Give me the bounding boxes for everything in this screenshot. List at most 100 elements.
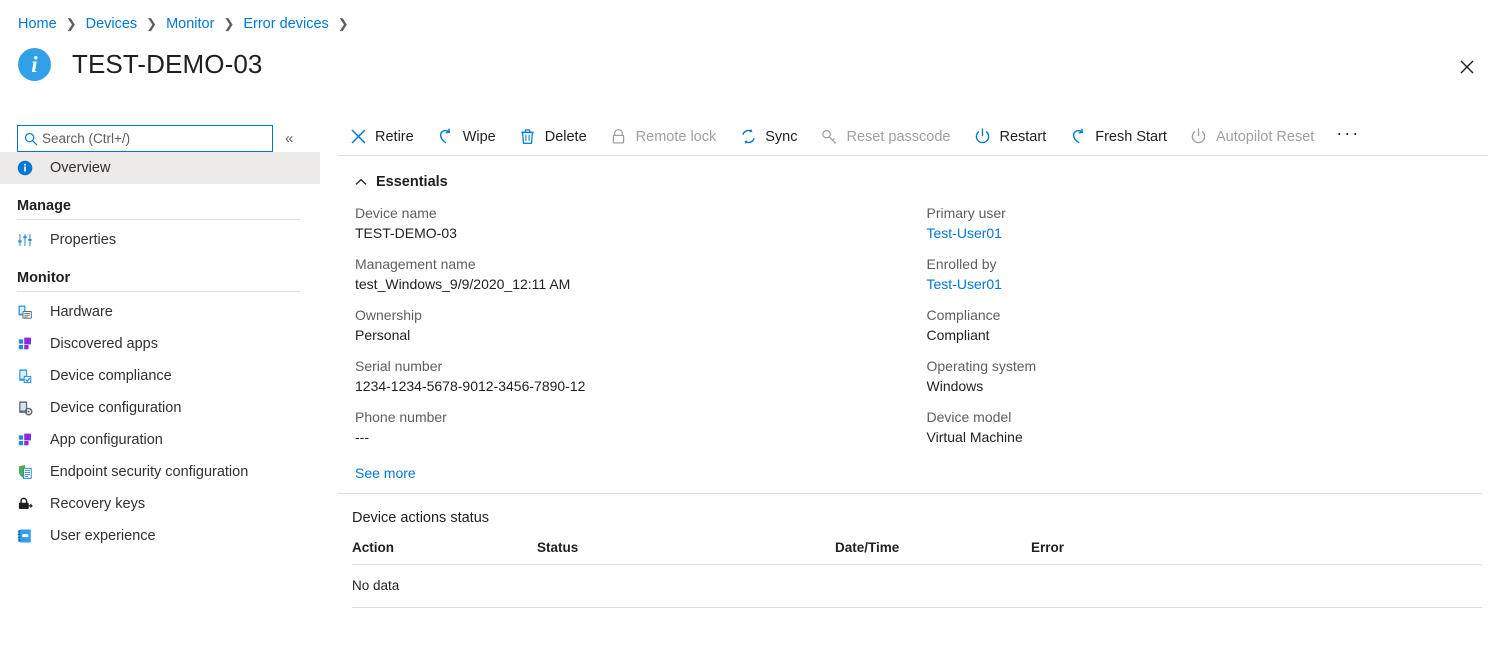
sidebar-group-title-monitor: Monitor — [0, 270, 320, 286]
command-fresh-start-button[interactable]: Fresh Start — [1068, 127, 1167, 147]
x-icon — [348, 127, 368, 147]
sidebar-item-device-compliance[interactable]: Device compliance — [0, 360, 320, 392]
chevron-up-icon — [355, 178, 367, 186]
sidebar-group-title-manage: Manage — [0, 198, 320, 214]
command-restart-button[interactable]: Restart — [972, 127, 1046, 147]
lock-icon — [609, 127, 629, 147]
essentials-field-label: Operating system — [927, 357, 1498, 376]
essentials-field-value: --- — [355, 427, 927, 447]
table-body: No data — [352, 565, 1482, 608]
sidebar-item-label: User experience — [50, 528, 156, 544]
column-header-datetime[interactable]: Date/Time — [835, 540, 1031, 565]
command-label: Fresh Start — [1095, 129, 1167, 145]
command-sync-button[interactable]: Sync — [738, 127, 797, 147]
essentials-field-label: Device model — [927, 408, 1498, 427]
sidebar-item-overview[interactable]: Overview — [0, 152, 320, 184]
column-header-status[interactable]: Status — [537, 540, 835, 565]
sidebar-item-recovery-keys[interactable]: Recovery keys — [0, 488, 320, 520]
lock-key-icon — [17, 495, 39, 513]
sidebar-item-label: Overview — [50, 160, 110, 176]
key-icon — [820, 127, 840, 147]
essentials-field-label: Device name — [355, 204, 927, 223]
device-check-icon — [17, 367, 39, 385]
see-more-link[interactable]: See more — [355, 465, 416, 481]
close-icon[interactable] — [1453, 53, 1481, 81]
essentials-field-value[interactable]: Test-User01 — [927, 223, 1498, 243]
table-header-row: Action Status Date/Time Error — [352, 540, 1482, 565]
essentials-field-label: Compliance — [927, 306, 1498, 325]
shield-list-icon — [17, 463, 39, 481]
essentials-field-label: Ownership — [355, 306, 927, 325]
essentials-field-label: Phone number — [355, 408, 927, 427]
essentials-divider — [338, 493, 1482, 494]
sidebar-search-row: « — [0, 118, 320, 152]
command-overflow-button[interactable]: ··· — [1336, 123, 1360, 150]
main-content: RetireWipeDeleteRemote lockSyncReset pas… — [338, 118, 1498, 672]
essentials-title: Essentials — [376, 174, 448, 190]
sidebar-item-device-configuration[interactable]: Device configuration — [0, 392, 320, 424]
essentials-field-value: test_Windows_9/9/2020_12:11 AM — [355, 274, 927, 294]
breadcrumb-item-error-devices[interactable]: Error devices — [243, 16, 328, 32]
essentials-field-label: Management name — [355, 255, 927, 274]
essentials-field: OwnershipPersonal — [355, 306, 927, 345]
breadcrumb-separator: ❯ — [223, 16, 234, 32]
command-bar: RetireWipeDeleteRemote lockSyncReset pas… — [338, 118, 1488, 156]
command-retire-button[interactable]: Retire — [348, 127, 414, 147]
essentials-field: Enrolled byTest-User01 — [927, 255, 1498, 294]
essentials-field: Device modelVirtual Machine — [927, 408, 1498, 447]
device-gear-icon — [17, 399, 39, 417]
breadcrumb-item-home[interactable]: Home — [18, 16, 57, 32]
command-delete-button[interactable]: Delete — [518, 127, 587, 147]
essentials-right-column: Primary userTest-User01Enrolled byTest-U… — [927, 204, 1498, 459]
hardware-icon — [17, 303, 39, 321]
essentials-field-value: Windows — [927, 376, 1498, 396]
sidebar-item-label: Hardware — [50, 304, 113, 320]
essentials-toggle[interactable]: Essentials — [355, 174, 1498, 190]
info-icon — [17, 159, 39, 177]
search-input[interactable] — [42, 131, 252, 146]
breadcrumb-item-devices[interactable]: Devices — [86, 16, 138, 32]
search-box[interactable] — [17, 125, 273, 152]
sidebar-item-hardware[interactable]: Hardware — [0, 296, 320, 328]
essentials-field-value: TEST-DEMO-03 — [355, 223, 927, 243]
essentials-field: Primary userTest-User01 — [927, 204, 1498, 243]
undo-icon — [436, 127, 456, 147]
apps-icon — [17, 335, 39, 353]
essentials-field: ComplianceCompliant — [927, 306, 1498, 345]
sidebar-item-app-configuration[interactable]: App configuration — [0, 424, 320, 456]
collapse-sidebar-button[interactable]: « — [285, 130, 293, 147]
essentials-field: Device nameTEST-DEMO-03 — [355, 204, 927, 243]
essentials-field-label: Serial number — [355, 357, 927, 376]
essentials-field: Serial number1234-1234-5678-9012-3456-78… — [355, 357, 927, 396]
command-wipe-button[interactable]: Wipe — [436, 127, 496, 147]
essentials-field-label: Enrolled by — [927, 255, 1498, 274]
column-header-action[interactable]: Action — [352, 540, 537, 565]
sidebar-item-label: App configuration — [50, 432, 163, 448]
breadcrumb-item-monitor[interactable]: Monitor — [166, 16, 214, 32]
breadcrumb-separator: ❯ — [146, 16, 157, 32]
sidebar-group-divider — [17, 219, 300, 220]
column-header-error[interactable]: Error — [1031, 540, 1482, 565]
sliders-icon — [17, 231, 39, 249]
undo-icon — [1068, 127, 1088, 147]
command-label: Delete — [545, 129, 587, 145]
device-actions-table: Action Status Date/Time Error No data — [352, 540, 1482, 608]
essentials-field: Phone number--- — [355, 408, 927, 447]
sidebar: « Overview Manage Properties Monitor Hardwar… — [0, 118, 320, 672]
power-icon — [1189, 127, 1209, 147]
essentials-field: Management nametest_Windows_9/9/2020_12:… — [355, 255, 927, 294]
apps-icon — [17, 431, 39, 449]
essentials-field-value[interactable]: Test-User01 — [927, 274, 1498, 294]
page-title: TEST-DEMO-03 — [72, 49, 262, 80]
essentials-field-value: 1234-1234-5678-9012-3456-7890-12 — [355, 376, 927, 396]
command-label: Restart — [999, 129, 1046, 145]
search-icon — [24, 132, 38, 146]
command-reset-passcode-button: Reset passcode — [820, 127, 951, 147]
trash-icon — [518, 127, 538, 147]
command-label: Autopilot Reset — [1216, 129, 1314, 145]
sidebar-item-properties[interactable]: Properties — [0, 224, 320, 256]
sidebar-item-user-experience[interactable]: User experience — [0, 520, 320, 552]
sidebar-item-discovered-apps[interactable]: Discovered apps — [0, 328, 320, 360]
sidebar-item-endpoint-security-configuration[interactable]: Endpoint security configuration — [0, 456, 320, 488]
info-icon: i — [18, 48, 51, 81]
